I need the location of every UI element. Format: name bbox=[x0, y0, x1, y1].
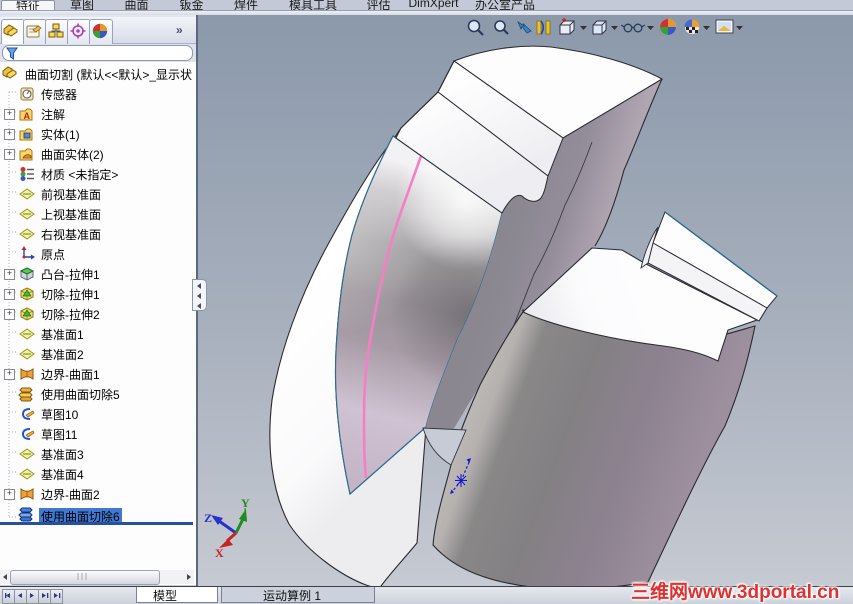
svg-text:Y: Y bbox=[241, 496, 250, 510]
svg-text:X: X bbox=[215, 546, 224, 560]
svg-text:A: A bbox=[24, 111, 31, 121]
svg-text:Z: Z bbox=[204, 511, 212, 525]
